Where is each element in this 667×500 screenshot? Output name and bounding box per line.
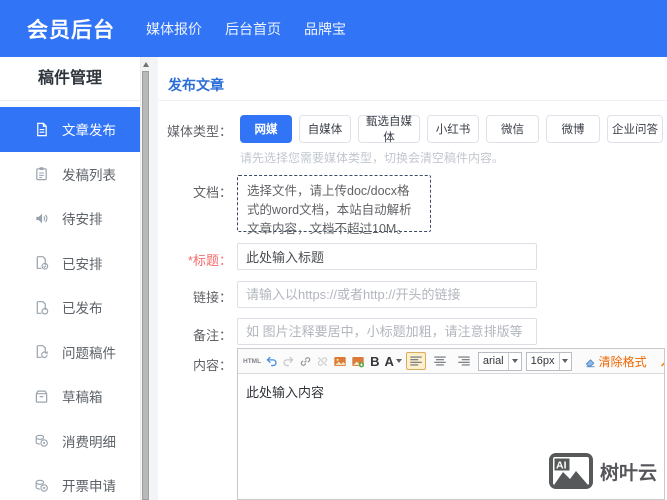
content-gutter (150, 57, 158, 500)
link-input[interactable] (237, 281, 537, 308)
editor-placeholder-text: 此处输入内容 (246, 385, 325, 400)
sidebar-item-drafts[interactable]: 草稿箱 (0, 374, 140, 419)
font-size-select[interactable]: 16px (525, 351, 572, 371)
align-center-icon[interactable] (430, 352, 450, 370)
editor-toolbar: HTML B A arial 16px 清除格式 (238, 349, 664, 374)
editor-content[interactable]: 此处输入内容 AI 树叶云 (238, 374, 664, 499)
main-panel: 发布文章 媒体类型： 网媒 自媒体 甄选自媒体 小红书 微信 微博 企业问答 请… (158, 57, 667, 500)
archive-box-icon (33, 388, 49, 404)
scrollbar-up-arrow-icon[interactable] (141, 57, 150, 71)
watermark-logo-icon: AI (548, 453, 593, 489)
watermark-brand-text: 树叶云 (599, 462, 657, 484)
clear-format-button[interactable]: 清除格式 (584, 353, 647, 370)
title-input[interactable] (237, 243, 537, 270)
upload-image-icon[interactable] (351, 355, 365, 368)
sidebar-item-spending-detail[interactable]: 消费明细 (0, 419, 140, 464)
sidebar-item-label: 待安排 (62, 212, 103, 228)
sidebar-item-label: 草稿箱 (62, 390, 103, 406)
top-nav: 媒体报价 后台首页 品牌宝 (146, 19, 346, 39)
sidebar-item-label: 发稿列表 (62, 167, 116, 183)
undo-icon[interactable] (265, 355, 278, 368)
font-family-select[interactable]: arial (477, 351, 522, 371)
font-color-letter: A (384, 353, 394, 369)
coins-icon (33, 433, 49, 449)
nav-brand-bao[interactable]: 品牌宝 (304, 19, 346, 39)
sidebar-item-scheduled[interactable]: 已安排 (0, 241, 140, 286)
app-root: 会员后台 媒体报价 后台首页 品牌宝 稿件管理 文章发布 发稿列表 待安排 已安… (0, 0, 667, 500)
document-label: 文档： (192, 185, 232, 200)
watermark: AI 树叶云 (548, 452, 657, 490)
sidebar-item-invoice-request[interactable]: 开票申请 (0, 463, 140, 500)
note-label: 备注： (192, 328, 232, 343)
insert-image-icon[interactable] (333, 355, 347, 368)
sidebar-item-label: 文章发布 (62, 123, 116, 139)
sidebar-item-label: 已发布 (62, 301, 103, 317)
sidebar-menu: 文章发布 发稿列表 待安排 已安排 已发布 问题稿件 草稿箱 消费明细 开票申请 (0, 107, 140, 500)
redo-icon[interactable] (282, 355, 295, 368)
document-check-icon (33, 255, 49, 271)
media-btn-selected-self-media[interactable]: 甄选自媒体 (358, 115, 420, 144)
sidebar-item-label: 问题稿件 (62, 345, 116, 361)
scrollbar-thumb[interactable] (142, 71, 149, 500)
bold-icon[interactable]: B (369, 354, 380, 369)
media-btn-self-media[interactable]: 自媒体 (299, 115, 351, 143)
sidebar-item-post-list[interactable]: 发稿列表 (0, 152, 140, 197)
media-btn-web[interactable]: 网媒 (240, 115, 292, 143)
sidebar-item-label: 消费明细 (62, 434, 116, 450)
watermark-ai-text: AI (556, 460, 567, 472)
nav-backend-home[interactable]: 后台首页 (225, 19, 281, 39)
align-right-icon[interactable] (454, 352, 474, 370)
link-label: 链接： (192, 290, 232, 305)
chevron-down-icon (558, 352, 571, 370)
title-divider (158, 100, 667, 101)
document-icon (33, 121, 49, 137)
chevron-down-icon (507, 352, 521, 370)
sidebar-item-label: 已安排 (62, 256, 103, 272)
auto-format-button[interactable]: 一键自动排版 (659, 353, 664, 370)
sidebar-item-problem-posts[interactable]: 问题稿件 (0, 330, 140, 375)
eraser-icon (584, 355, 597, 368)
media-type-group: 网媒 自媒体 甄选自媒体 小红书 微信 微博 企业问答 (240, 115, 663, 144)
content-label: 内容： (192, 358, 232, 373)
html-source-icon[interactable]: HTML (243, 358, 261, 365)
sidebar-item-published[interactable]: 已发布 (0, 285, 140, 330)
sidebar-item-label: 开票申请 (62, 479, 116, 495)
media-type-label: 媒体类型： (166, 124, 232, 139)
brand-logo[interactable]: 会员后台 (27, 14, 115, 44)
media-type-hint: 请先选择您需要媒体类型，切换会清空稿件内容。 (240, 151, 505, 165)
align-left-icon[interactable] (405, 352, 426, 370)
document-circle-icon (33, 299, 49, 315)
sidebar: 稿件管理 文章发布 发稿列表 待安排 已安排 已发布 问题稿件 草稿箱 消费明细… (0, 57, 140, 500)
topbar: 会员后台 媒体报价 后台首页 品牌宝 (0, 0, 667, 57)
media-btn-xiaohongshu[interactable]: 小红书 (427, 115, 479, 143)
media-btn-wechat[interactable]: 微信 (486, 115, 539, 143)
rich-text-editor: HTML B A arial 16px 清除格式 此处输入内容 AI 树叶云 (237, 348, 665, 500)
invoice-coins-icon (33, 477, 49, 493)
magic-wand-icon (659, 355, 664, 368)
sidebar-scrollbar[interactable] (140, 57, 150, 500)
clipboard-icon (33, 166, 49, 182)
nav-media-pricing[interactable]: 媒体报价 (146, 19, 202, 39)
note-input[interactable] (237, 318, 537, 345)
speaker-icon (33, 210, 49, 226)
font-size-value: 16px (530, 355, 555, 367)
clear-format-label: 清除格式 (598, 354, 647, 369)
sidebar-item-article-publish[interactable]: 文章发布 (0, 107, 140, 152)
unlink-icon[interactable] (316, 355, 329, 368)
document-refresh-icon (33, 344, 49, 360)
sidebar-item-pending[interactable]: 待安排 (0, 196, 140, 241)
link-icon[interactable] (299, 355, 312, 368)
page-title: 发布文章 (168, 77, 224, 93)
font-color-icon[interactable]: A (384, 353, 402, 369)
title-label-text: 标题： (192, 253, 232, 268)
media-btn-weibo[interactable]: 微博 (546, 115, 600, 143)
document-upload-box[interactable]: 选择文件，请上传doc/docx格式的word文档，本站自动解析文章内容，文档不… (237, 175, 431, 236)
media-btn-qa[interactable]: 企业问答 (607, 115, 663, 143)
font-family-value: arial (482, 355, 504, 367)
title-label: *标题： (158, 250, 232, 269)
sidebar-title: 稿件管理 (0, 57, 140, 101)
